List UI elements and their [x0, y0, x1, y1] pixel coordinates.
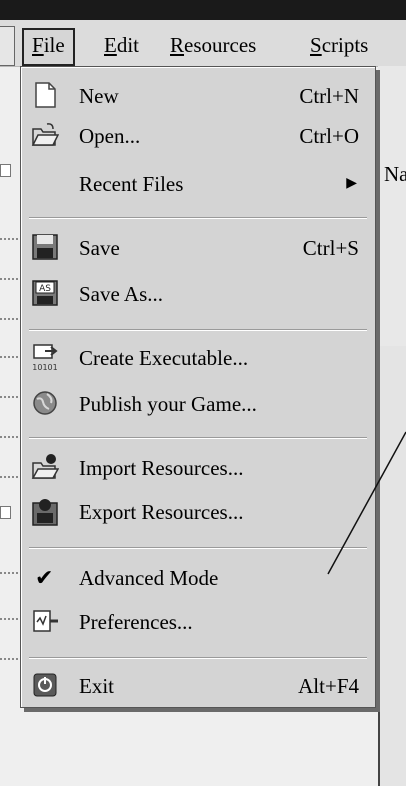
tree-line — [0, 436, 18, 438]
menu-resources[interactable]: Resources — [162, 28, 264, 62]
menu-scripts-accel: S — [310, 33, 322, 57]
tree-line — [0, 278, 18, 280]
globe-icon — [31, 389, 59, 417]
menu-resources-rest: esources — [184, 33, 257, 57]
menu-item-label: Advanced Mode — [79, 566, 219, 590]
floppy-icon — [31, 233, 59, 261]
menu-file[interactable]: File — [22, 28, 75, 66]
menu-item-shortcut: Ctrl+N — [299, 84, 359, 108]
menu-item-create-executable[interactable]: 10101 Create Executable... — [21, 337, 375, 379]
menu-separator — [29, 217, 367, 219]
menu-item-label: Save As... — [79, 282, 163, 306]
executable-icon: 10101 — [31, 343, 59, 372]
menu-item-import-resources[interactable]: Import Resources... — [21, 447, 375, 489]
menu-file-rest: ile — [43, 33, 65, 57]
menu-separator — [29, 657, 367, 659]
save-as-icon: AS — [31, 279, 59, 307]
menu-item-preferences[interactable]: Preferences... — [21, 601, 375, 643]
right-pane: Na — [378, 66, 406, 786]
menu-item-exit[interactable]: Exit Alt+F4 — [21, 665, 375, 707]
menu-bar: File Edit Resources Scripts — [0, 20, 406, 67]
new-file-icon — [31, 81, 59, 109]
tree-line — [0, 476, 18, 478]
tree-expander[interactable] — [0, 164, 11, 177]
menu-item-shortcut: Ctrl+O — [299, 124, 359, 148]
menu-item-label: Save — [79, 236, 120, 260]
menu-item-label: New — [79, 84, 119, 108]
menu-item-label: Preferences... — [79, 610, 193, 634]
right-pane-frame — [378, 346, 406, 786]
resource-tree-edge — [0, 66, 22, 734]
menu-file-accel: F — [32, 33, 44, 57]
menu-edit-rest: dit — [116, 33, 139, 57]
tree-line — [0, 238, 18, 240]
menu-resources-accel: R — [170, 33, 185, 57]
executable-icon-text: 10101 — [32, 363, 57, 372]
submenu-arrow-icon: ▶ — [346, 176, 357, 191]
tree-line — [0, 658, 18, 660]
toolbar-edge — [0, 26, 15, 66]
menu-scripts-rest: cripts — [321, 33, 369, 57]
menu-item-save-as[interactable]: AS Save As... — [21, 273, 375, 315]
menu-item-shortcut: Ctrl+S — [302, 236, 359, 260]
checkmark-icon: ✔ — [35, 565, 54, 590]
menu-item-label: Export Resources... — [79, 500, 244, 524]
menu-item-label: Recent Files — [79, 172, 184, 196]
tree-line — [0, 318, 18, 320]
menu-item-recent-files[interactable]: Recent Files ▶ — [21, 163, 375, 205]
menu-item-shortcut: Alt+F4 — [298, 674, 359, 698]
menu-item-new[interactable]: New Ctrl+N — [21, 75, 375, 117]
file-menu-dropdown: New Ctrl+N Open... Ctrl+O Recent Files ▶… — [20, 66, 376, 708]
menu-item-export-resources[interactable]: Export Resources... — [21, 491, 375, 533]
menu-separator — [29, 437, 367, 439]
save-as-icon-text: AS — [39, 284, 51, 294]
tree-expander[interactable] — [0, 506, 11, 519]
menu-edit[interactable]: Edit — [96, 28, 147, 62]
tree-line — [0, 572, 18, 574]
import-folder-icon — [31, 453, 60, 481]
menu-item-label: Open... — [79, 124, 141, 148]
tree-line — [0, 396, 18, 398]
menu-item-save[interactable]: Save Ctrl+S — [21, 227, 375, 269]
export-icon — [31, 497, 59, 526]
menu-scripts[interactable]: Scripts — [302, 28, 376, 62]
menu-item-label: Create Executable... — [79, 346, 249, 370]
menu-item-label: Exit — [79, 674, 114, 698]
title-strip — [0, 0, 406, 20]
menu-edit-accel: E — [104, 33, 117, 57]
preferences-icon — [31, 607, 59, 635]
menu-item-open[interactable]: Open... Ctrl+O — [21, 115, 375, 157]
exit-icon — [31, 671, 59, 699]
menu-item-label: Import Resources... — [79, 456, 244, 480]
menu-item-publish-game[interactable]: Publish your Game... — [21, 383, 375, 425]
menu-item-advanced-mode[interactable]: ✔ Advanced Mode — [21, 557, 375, 599]
open-folder-icon — [31, 121, 60, 149]
menu-separator — [29, 547, 367, 549]
menu-separator — [29, 329, 367, 331]
tree-line — [0, 356, 18, 358]
menu-item-label: Publish your Game... — [79, 392, 257, 416]
tree-line — [0, 618, 18, 620]
right-pane-label: Na — [384, 162, 406, 186]
